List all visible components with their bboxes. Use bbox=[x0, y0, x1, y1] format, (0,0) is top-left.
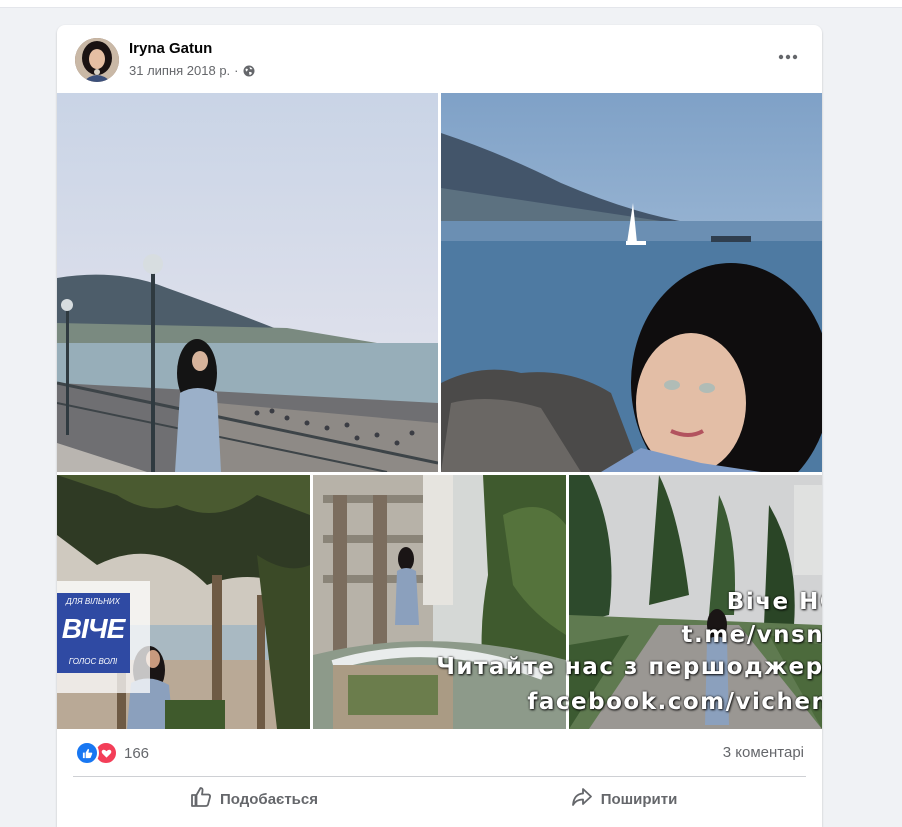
post-date[interactable]: 31 липня 2018 р. bbox=[129, 63, 230, 78]
watermark-line-3: Читайте нас з першоджерел bbox=[436, 654, 822, 680]
author-name[interactable]: Iryna Gatun bbox=[129, 40, 212, 57]
globe-icon bbox=[243, 65, 255, 77]
share-button[interactable]: Поширити bbox=[443, 781, 805, 817]
watermark-logo: ДЛЯ ВІЛЬНИХ ВІЧЕ ГОЛОС ВОЛІ bbox=[57, 581, 150, 693]
watermark-line-1: Віче НСН bbox=[726, 589, 822, 615]
post-meta: 31 липня 2018 р. · bbox=[129, 63, 255, 78]
like-button-label: Подобається bbox=[220, 790, 318, 808]
share-arrow-icon bbox=[571, 786, 593, 812]
top-bar bbox=[0, 0, 902, 8]
meta-separator: · bbox=[234, 63, 239, 78]
watermark-logo-main: ВІЧЕ bbox=[61, 613, 126, 644]
post-card: Iryna Gatun 31 липня 2018 р. · ДЛЯ ВІЛЬН… bbox=[57, 25, 822, 827]
watermark-logo-top: ДЛЯ ВІЛЬНИХ bbox=[66, 597, 120, 606]
watermark-line-2: t.me/vnsnua bbox=[681, 622, 822, 648]
author-avatar[interactable] bbox=[75, 38, 119, 82]
watermark-logo-badge: ДЛЯ ВІЛЬНИХ ВІЧЕ ГОЛОС ВОЛІ bbox=[57, 593, 130, 673]
photo-harbor-selfie[interactable] bbox=[441, 93, 822, 472]
like-button[interactable]: Подобається bbox=[73, 781, 435, 817]
reaction-count: 166 bbox=[124, 744, 150, 762]
photo-grid: ДЛЯ ВІЛЬНИХ ВІЧЕ ГОЛОС ВОЛІ Віче НСН t.m… bbox=[57, 93, 822, 729]
reactions-summary[interactable]: 166 bbox=[75, 741, 149, 765]
comments-count[interactable]: 3 коментарі bbox=[723, 744, 804, 761]
actions-divider bbox=[73, 776, 806, 777]
photo-seafront-promenade[interactable] bbox=[57, 93, 438, 472]
more-options-icon[interactable] bbox=[772, 45, 804, 69]
watermark-line-4: facebook.com/vichenet bbox=[527, 689, 822, 715]
watermark-logo-bottom: ГОЛОС ВОЛІ bbox=[68, 657, 118, 666]
thumbs-up-icon bbox=[190, 786, 212, 812]
share-button-label: Поширити bbox=[600, 790, 678, 808]
like-reaction-icon bbox=[75, 741, 99, 765]
